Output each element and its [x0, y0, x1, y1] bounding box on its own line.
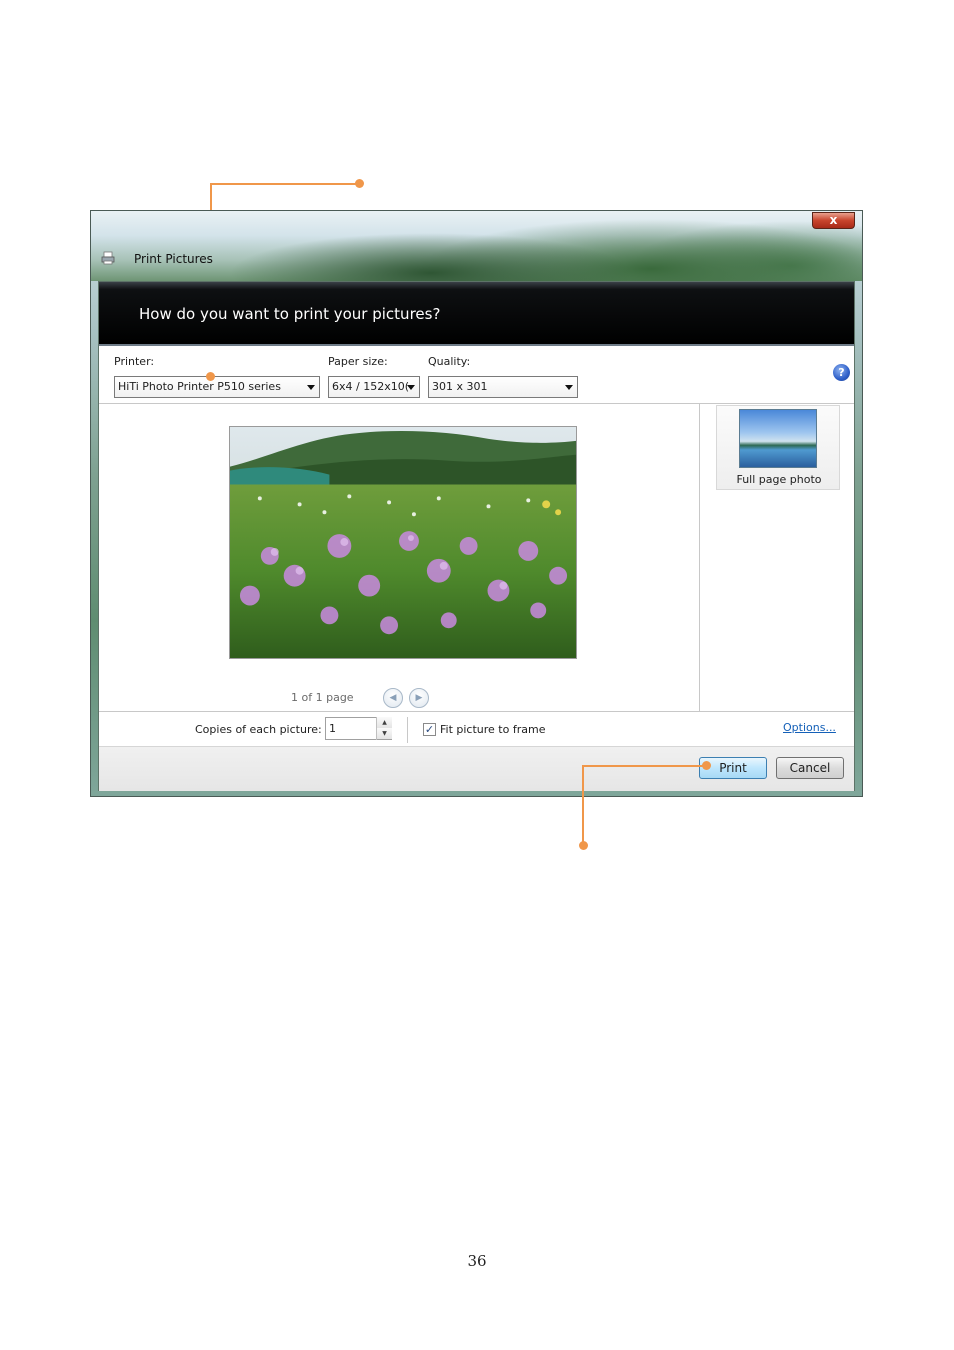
copies-label: Copies of each picture: [195, 723, 322, 736]
paper-size-label: Paper size: [328, 355, 388, 368]
print-callout-horizontal-line [582, 765, 707, 767]
spin-down-icon[interactable]: ▼ [377, 728, 392, 739]
printer-select-value: HiTi Photo Printer P510 series [118, 380, 281, 393]
options-divider [99, 403, 854, 404]
chevron-down-icon [565, 385, 573, 390]
chevron-down-icon [307, 385, 315, 390]
checkmark-icon: ✓ [424, 723, 435, 736]
fit-picture-checkbox[interactable]: ✓ [423, 723, 436, 736]
printer-callout-end-dot [355, 179, 364, 188]
print-button-label: Print [719, 761, 747, 775]
options-link[interactable]: Options... [783, 721, 836, 734]
copies-spin-buttons[interactable]: ▲ ▼ [376, 717, 392, 740]
photo-preview [229, 426, 577, 659]
printer-icon [101, 251, 115, 265]
next-page-button[interactable]: ▶ [409, 688, 429, 708]
dialog-content: How do you want to print your pictures? … [98, 281, 855, 791]
help-icon[interactable]: ? [833, 364, 850, 381]
quality-label: Quality: [428, 355, 471, 368]
layout-pane-divider [699, 404, 700, 711]
footer-divider [99, 711, 854, 712]
copies-divider [407, 717, 408, 743]
printer-callout-start-dot [206, 372, 215, 381]
window-title: Print Pictures [134, 252, 213, 266]
print-callout-end-dot [579, 841, 588, 850]
title-bar[interactable]: Print Pictures x [91, 211, 862, 281]
layout-option-label: Full page photo [736, 473, 822, 486]
cancel-button[interactable]: Cancel [776, 757, 844, 779]
print-callout-start-dot [702, 761, 711, 770]
printer-select[interactable]: HiTi Photo Printer P510 series [114, 376, 320, 398]
print-callout-vertical-line [582, 765, 584, 845]
close-icon: x [829, 213, 838, 227]
quality-select-value: 301 x 301 [432, 380, 488, 393]
arrow-left-icon: ◀ [389, 693, 397, 703]
paper-size-select[interactable]: 6x4 / 152x10( [328, 376, 420, 398]
arrow-right-icon: ▶ [415, 693, 423, 703]
printer-callout-top-line [210, 183, 360, 185]
page-number: 36 [467, 1252, 487, 1270]
header-band: How do you want to print your pictures? [99, 282, 854, 346]
layout-thumbnail [739, 409, 817, 468]
layout-option-full-page-photo[interactable]: Full page photo [716, 405, 840, 490]
print-pictures-window: Print Pictures x How do you want to prin… [90, 210, 863, 797]
spin-up-icon[interactable]: ▲ [377, 717, 392, 728]
previous-page-button[interactable]: ◀ [383, 688, 403, 708]
quality-select[interactable]: 301 x 301 [428, 376, 578, 398]
paper-size-select-value: 6x4 / 152x10( [332, 380, 409, 393]
printer-label: Printer: [114, 355, 155, 368]
dialog-heading: How do you want to print your pictures? [139, 305, 441, 323]
copies-value: 1 [329, 722, 336, 735]
fit-picture-label[interactable]: Fit picture to frame [440, 723, 545, 736]
page-status: 1 of 1 page [291, 691, 354, 704]
cancel-button-label: Cancel [789, 761, 831, 775]
close-button[interactable]: x [812, 212, 855, 229]
chevron-down-icon [407, 385, 415, 390]
